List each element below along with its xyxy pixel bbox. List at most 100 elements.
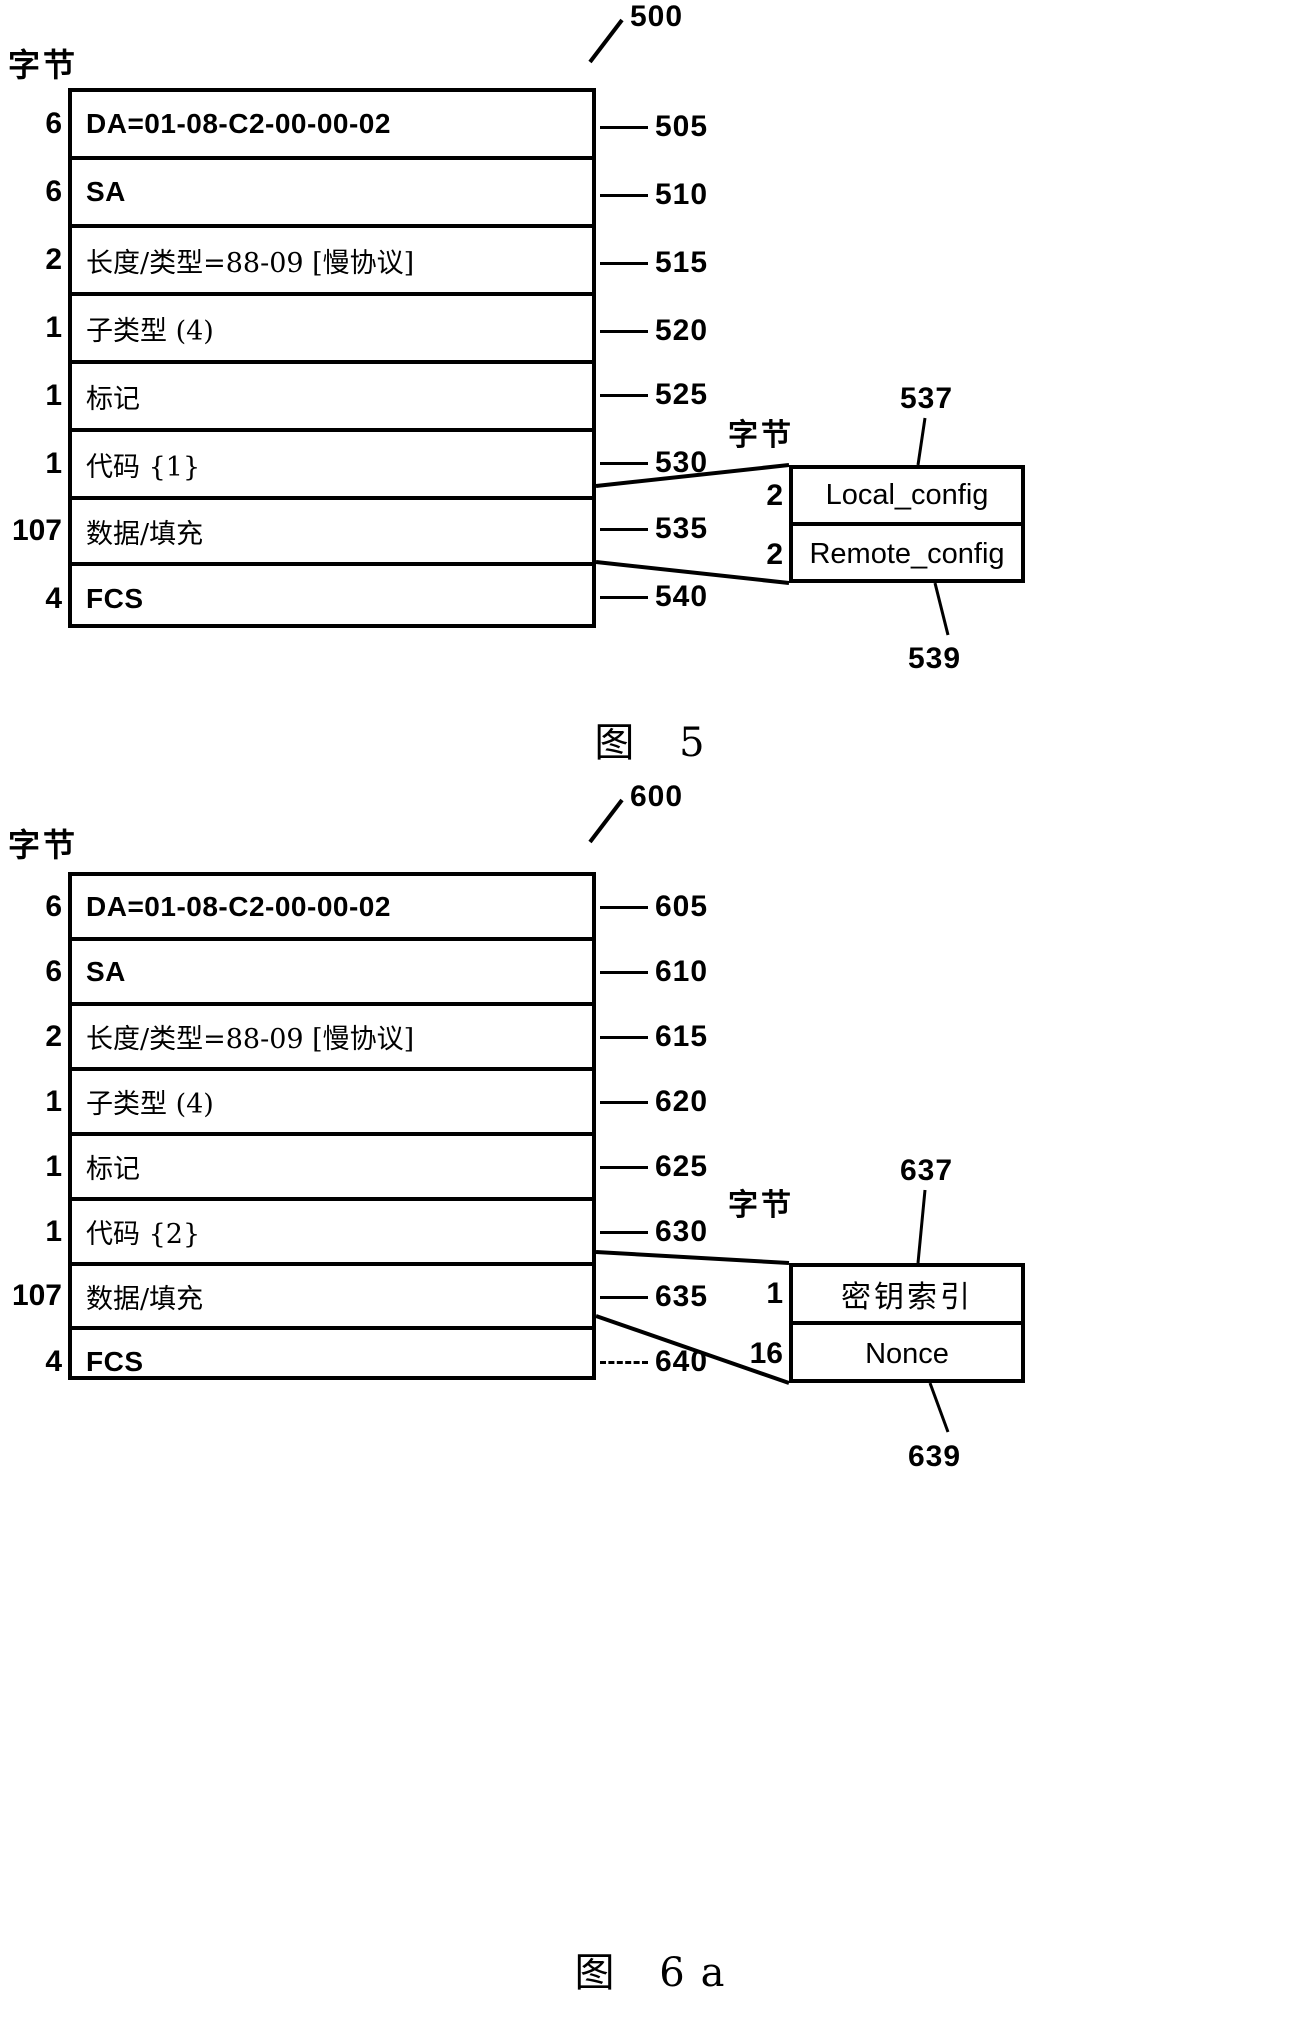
detail-reference-537: 537 — [900, 382, 954, 415]
pointer-637 — [916, 1189, 927, 1264]
leader-line-540 — [600, 596, 648, 599]
leader-line-505 — [600, 126, 648, 129]
row-byte-size: 2 — [45, 1019, 62, 1053]
detail-reference-539: 539 — [908, 642, 962, 675]
reference-635: 635 — [655, 1280, 709, 1313]
reference-610: 610 — [655, 955, 709, 988]
row-label: FCS — [86, 1346, 144, 1377]
detail-row: 2 Remote_config — [766, 526, 1021, 583]
byte-column-header: 字节 — [8, 826, 79, 864]
frame-row: 1 代码 {1} — [45, 432, 592, 500]
frame-row: 4 FCS — [45, 566, 592, 632]
row-label: 子类型 (4) — [86, 1089, 214, 1120]
detail-box-config: 2 Local_config 2 Remote_config — [766, 465, 1025, 583]
row-label: 标记 — [86, 1154, 140, 1185]
reference-540: 540 — [655, 580, 709, 613]
row-label: 代码 {1} — [86, 451, 201, 483]
row-byte-size: 1 — [45, 1149, 62, 1183]
frame-row: 2 长度/类型=88-09 [慢协议] — [45, 228, 592, 296]
diagram-reference-500: 500 — [630, 0, 684, 33]
figure-5: 字节 500 6 DA=01-08-C2-00-00-02 6 SA 2 长度/… — [0, 0, 1315, 800]
expansion-line-top — [595, 1250, 790, 1265]
leader-line-520 — [600, 330, 648, 333]
row-label: SA — [86, 955, 126, 987]
leader-line-620 — [600, 1101, 648, 1104]
row-label: 长度/类型=88-09 [慢协议] — [86, 247, 415, 279]
row-byte-size: 6 — [45, 954, 62, 988]
reference-620: 620 — [655, 1085, 709, 1118]
row-label: DA=01-08-C2-00-00-02 — [86, 108, 391, 139]
leader-line-615 — [600, 1036, 648, 1039]
detail-box-key: 1 密钥索引 16 Nonce — [750, 1263, 1025, 1383]
leader-line-535 — [600, 528, 648, 531]
frame-row: 6 SA — [45, 941, 592, 1006]
row-label: 代码 {2} — [86, 1219, 201, 1250]
frame-table: 6 DA=01-08-C2-00-00-02 6 SA 2 长度/类型=88-0… — [12, 872, 596, 1380]
row-byte-size: 107 — [11, 514, 62, 547]
detail-byte-size: 2 — [766, 478, 783, 512]
row-label: SA — [86, 176, 126, 207]
frame-row: 6 SA — [45, 160, 592, 228]
frame-row: 107 数据/填充 — [12, 500, 592, 566]
leader-line-500 — [588, 18, 624, 64]
row-label: DA=01-08-C2-00-00-02 — [86, 890, 391, 922]
reference-520: 520 — [655, 314, 709, 347]
frame-row: 6 DA=01-08-C2-00-00-02 — [45, 876, 592, 941]
reference-630: 630 — [655, 1215, 709, 1248]
frame-row: 1 标记 — [45, 1136, 592, 1201]
frame-table: 6 DA=01-08-C2-00-00-02 6 SA 2 长度/类型=88-0… — [12, 88, 596, 628]
reference-525: 525 — [655, 378, 709, 411]
row-byte-size: 2 — [45, 243, 62, 276]
reference-535: 535 — [655, 512, 709, 545]
figure-6a: 字节 600 6 DA=01-08-C2-00-00-02 6 SA 2 长度/… — [0, 780, 1315, 2024]
row-byte-size: 1 — [45, 1084, 62, 1118]
leader-line-530 — [600, 462, 648, 465]
frame-row: 1 代码 {2} — [45, 1201, 592, 1266]
frame-row: 2 长度/类型=88-09 [慢协议] — [45, 1006, 592, 1071]
row-byte-size: 6 — [45, 889, 62, 923]
row-byte-size: 4 — [45, 1345, 62, 1378]
reference-640: 640 — [655, 1345, 709, 1378]
row-byte-size: 1 — [45, 311, 62, 344]
row-byte-size: 4 — [45, 582, 62, 615]
diagram-reference-600: 600 — [630, 780, 684, 813]
figure-caption-6a: 图 6a — [574, 1950, 741, 1996]
row-byte-size: 6 — [45, 107, 62, 140]
byte-column-header: 字节 — [8, 46, 79, 84]
detail-reference-637: 637 — [900, 1154, 954, 1187]
leader-line-625 — [600, 1166, 648, 1169]
detail-row: 2 Local_config — [766, 469, 1021, 526]
row-byte-size: 1 — [45, 1214, 62, 1248]
pointer-539 — [933, 582, 950, 636]
reference-530: 530 — [655, 446, 709, 479]
detail-label: Nonce — [865, 1337, 949, 1370]
frame-row: 1 子类型 (4) — [45, 1071, 592, 1136]
detail-row: 16 Nonce — [750, 1325, 1021, 1383]
row-byte-size: 6 — [45, 175, 62, 208]
figure-caption-5: 图 5 — [594, 720, 721, 766]
reference-605: 605 — [655, 890, 709, 923]
leader-line-640 — [600, 1361, 648, 1364]
detail-label: Local_config — [825, 479, 989, 511]
row-label: 长度/类型=88-09 [慢协议] — [86, 1024, 415, 1055]
reference-625: 625 — [655, 1150, 709, 1183]
leader-line-600 — [588, 798, 624, 844]
row-label: 数据/填充 — [86, 518, 204, 550]
detail-byte-column-header: 字节 — [728, 1188, 794, 1223]
detail-reference-639: 639 — [908, 1440, 962, 1473]
leader-line-515 — [600, 262, 648, 265]
frame-row: 4 FCS — [45, 1330, 592, 1394]
detail-byte-size: 2 — [766, 537, 783, 571]
pointer-537 — [916, 417, 927, 466]
leader-line-525 — [600, 394, 648, 397]
detail-label: Remote_config — [809, 538, 1005, 570]
row-label: 标记 — [86, 383, 140, 415]
frame-row: 107 数据/填充 — [12, 1266, 592, 1330]
row-label: 子类型 (4) — [86, 315, 214, 347]
row-label: FCS — [86, 583, 144, 614]
reference-515: 515 — [655, 246, 709, 279]
row-byte-size: 1 — [45, 447, 62, 480]
row-byte-size: 107 — [11, 1279, 62, 1312]
leader-line-635 — [600, 1296, 648, 1299]
leader-line-630 — [600, 1231, 648, 1234]
